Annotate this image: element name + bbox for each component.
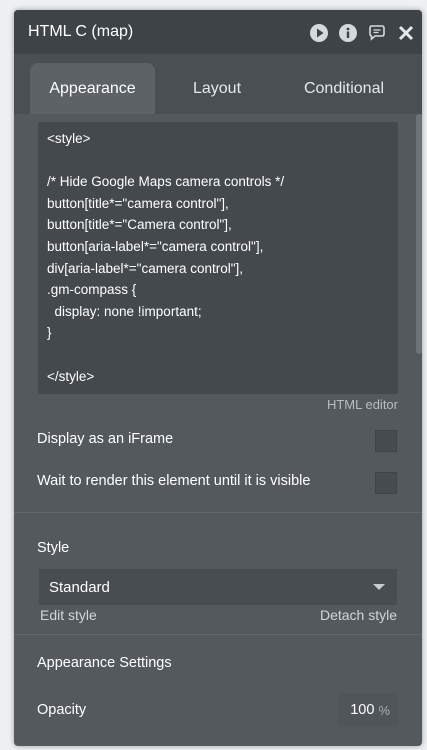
- opacity-input[interactable]: 100 %: [338, 693, 398, 727]
- info-icon[interactable]: [337, 22, 358, 43]
- comment-icon[interactable]: [366, 22, 387, 43]
- tab-layout[interactable]: Layout: [172, 63, 262, 114]
- close-icon[interactable]: [395, 22, 416, 43]
- html-editor-caption: HTML editor: [326, 397, 398, 412]
- play-icon[interactable]: [308, 22, 329, 43]
- iframe-label: Display as an iFrame: [37, 431, 174, 447]
- scrollbar[interactable]: [416, 114, 422, 354]
- panel-titlebar: HTML C (map): [14, 10, 422, 54]
- chevron-down-icon: [373, 584, 385, 590]
- detach-style-link[interactable]: Detach style: [320, 607, 397, 623]
- edit-style-link[interactable]: Edit style: [40, 607, 97, 623]
- divider: [14, 512, 422, 513]
- wait-render-checkbox[interactable]: [375, 472, 397, 494]
- style-select[interactable]: Standard: [39, 569, 397, 605]
- tab-appearance[interactable]: Appearance: [30, 63, 155, 114]
- appearance-settings-heading: Appearance Settings: [37, 655, 172, 671]
- tab-bar: Appearance Layout Conditional: [14, 54, 422, 114]
- panel-title: HTML C (map): [28, 23, 134, 40]
- divider: [14, 634, 422, 635]
- style-heading: Style: [37, 540, 70, 556]
- opacity-label: Opacity: [37, 702, 87, 718]
- tab-conditional[interactable]: Conditional: [284, 63, 404, 114]
- title-actions: [308, 22, 416, 43]
- style-select-value: Standard: [49, 578, 110, 596]
- opacity-unit: %: [378, 702, 390, 718]
- wait-render-label: Wait to render this element until it is …: [37, 473, 311, 489]
- html-editor[interactable]: <style> /* Hide Google Maps camera contr…: [38, 122, 398, 394]
- property-panel: HTML C (map) Appearance Layout Condition…: [14, 10, 422, 746]
- iframe-checkbox[interactable]: [375, 430, 397, 452]
- opacity-value: 100: [350, 702, 375, 718]
